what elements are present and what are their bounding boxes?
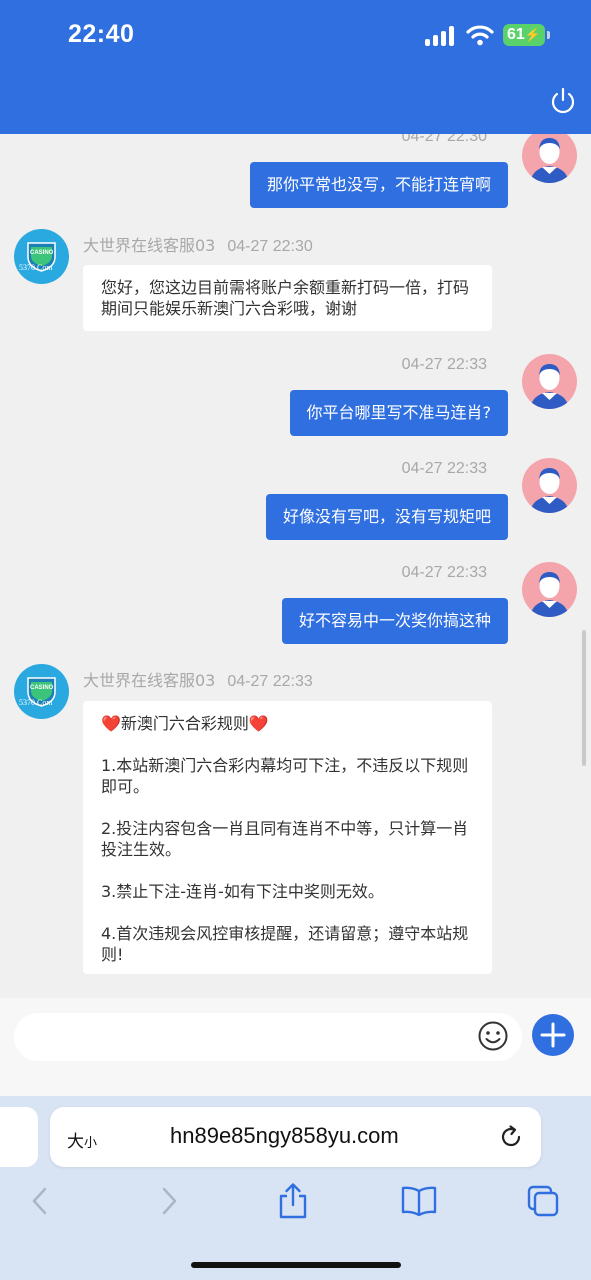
charging-bolt-icon: ⚡ <box>524 27 541 42</box>
text-size-button[interactable]: 大小 <box>67 1127 97 1152</box>
user-avatar-icon <box>530 468 569 513</box>
cellular-signal-icon <box>425 26 455 46</box>
agent-logo-casino: CASINO <box>30 685 54 691</box>
rules-message: ❤️新澳门六合彩规则❤️ 1.本站新澳门六合彩内幕均可下注，不违反以下规则即可。… <box>83 701 492 974</box>
reload-icon[interactable] <box>497 1123 525 1151</box>
home-indicator[interactable] <box>191 1262 401 1268</box>
battery-indicator: 61⚡ <box>503 24 545 46</box>
battery-cap <box>547 31 550 39</box>
message-timestamp: 04-27 22:33 <box>401 460 487 477</box>
agent-meta: 大世界在线客服03 04-27 22:30 <box>83 232 313 256</box>
agent-logo-text: CASINO 5370.Com <box>14 229 69 284</box>
agent-name: 大世界在线客服03 <box>83 236 216 255</box>
status-time: 22:40 <box>68 20 135 48</box>
battery-level: 61 <box>507 26 525 43</box>
incoming-message: 您好，您这边目前需将账户余额重新打码一倍，打码期间只能娱乐新澳门六合彩哦，谢谢 <box>83 265 492 331</box>
plus-icon <box>540 1022 566 1048</box>
user-avatar <box>522 458 577 513</box>
rule-item: 2.投注内容包含一肖且同有连肖不中等，只计算一肖投注生效。 <box>101 819 469 859</box>
message-timestamp: 04-27 22:30 <box>401 134 487 145</box>
share-icon[interactable] <box>276 1182 310 1220</box>
agent-logo-casino: CASINO <box>30 250 54 256</box>
wifi-icon <box>466 25 494 46</box>
agent-logo-domain: 5370.Com <box>19 263 53 272</box>
rule-item: 1.本站新澳门六合彩内幕均可下注，不违反以下规则即可。 <box>101 756 469 796</box>
user-avatar-icon <box>530 364 569 409</box>
agent-logo-text: CASINO 5370.Com <box>14 664 69 719</box>
emoji-icon[interactable] <box>477 1020 509 1052</box>
outgoing-message: 那你平常也没写，不能打连宵啊 <box>249 162 508 208</box>
text-size-large: 大 <box>67 1132 84 1152</box>
outgoing-message: 好像没有写吧，没有写规矩吧 <box>265 494 508 540</box>
user-avatar-icon <box>530 138 569 183</box>
user-avatar <box>522 562 577 617</box>
agent-logo-domain: 5370.Com <box>19 698 53 707</box>
chat-area[interactable]: 04-27 22:30 那你平常也没写，不能打连宵啊 CASINO 5370.C… <box>0 134 591 998</box>
power-icon[interactable] <box>548 86 578 116</box>
add-attachment-button[interactable] <box>532 1014 574 1056</box>
message-timestamp: 04-27 22:33 <box>227 673 313 690</box>
message-timestamp: 04-27 22:33 <box>401 356 487 373</box>
user-avatar <box>522 354 577 409</box>
forward-icon[interactable] <box>152 1184 186 1218</box>
text-size-small: 小 <box>84 1136 98 1151</box>
browser-toolbar: 大小 hn89e85ngy858yu.com <box>0 1096 591 1280</box>
tabs-icon[interactable] <box>526 1184 560 1218</box>
rules-heading: ❤️新澳门六合彩规则❤️ <box>101 714 269 733</box>
back-icon[interactable] <box>23 1184 57 1218</box>
address-bar[interactable]: 大小 hn89e85ngy858yu.com <box>50 1107 541 1167</box>
bookmarks-icon[interactable] <box>400 1184 438 1218</box>
message-timestamp: 04-27 22:30 <box>227 238 313 255</box>
outgoing-message: 好不容易中一次奖你搞这种 <box>281 598 508 644</box>
chat-scrollbar[interactable] <box>582 630 586 766</box>
app-header: 22:40 61⚡ <box>0 0 591 134</box>
rule-item: 4.首次违规会风控审核提醒，还请留意；遵守本站规则! <box>101 924 469 964</box>
message-timestamp: 04-27 22:33 <box>401 564 487 581</box>
rule-item: 3.禁止下注-连肖-如有下注中奖则无效。 <box>101 882 384 901</box>
message-input[interactable] <box>14 1013 522 1061</box>
agent-meta: 大世界在线客服03 04-27 22:33 <box>83 667 313 691</box>
agent-name: 大世界在线客服03 <box>83 671 216 690</box>
user-avatar <box>522 134 577 183</box>
outgoing-message: 你平台哪里写不准马连肖? <box>289 390 508 436</box>
previous-tab-preview[interactable] <box>0 1107 38 1167</box>
message-composer <box>0 998 591 1096</box>
url-text[interactable]: hn89e85ngy858yu.com <box>170 1123 399 1149</box>
user-avatar-icon <box>530 572 569 617</box>
